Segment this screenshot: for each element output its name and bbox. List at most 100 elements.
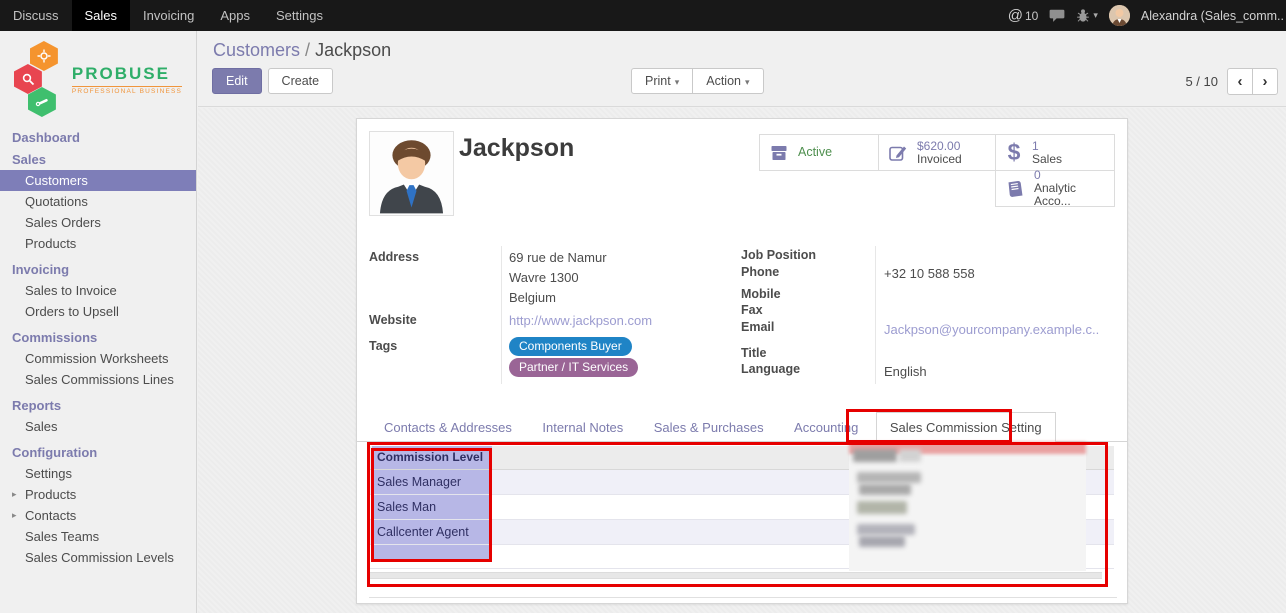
table-footer-strip [369,572,1102,579]
sidebar-item-customers[interactable]: Customers [0,170,196,191]
record-pager: 5 / 10 ‹ › [1185,68,1278,95]
sidebar-item-reports[interactable]: Reports [0,395,196,416]
address-label: Address [369,250,419,264]
address-line-1: 69 rue de Namur [509,250,607,265]
menu-sales[interactable]: Sales [72,0,131,31]
topbar-right: @ 10 ▾ Ale [1008,0,1286,31]
top-menu: Discuss Sales Invoicing Apps Settings [0,0,336,31]
edit-pencil-icon [887,143,909,163]
sidebar-item-invoicing[interactable]: Invoicing [0,259,196,280]
stat-button-sales[interactable]: $ 1 Sales [995,134,1115,171]
sidebar-item-sales[interactable]: Sales [0,149,196,170]
sidebar-item-sales-commissions-lines[interactable]: Sales Commissions Lines [0,369,196,390]
sidebar-item-label: Products [25,487,76,502]
stat-sales-value: 1 [1032,140,1062,153]
commission-level-cell: Callcenter Agent [372,520,492,544]
top-navbar: Discuss Sales Invoicing Apps Settings @ … [0,0,1286,31]
pager-next-button[interactable]: › [1252,68,1278,95]
expand-caret-icon: ▸ [12,484,17,505]
dropdown-caret-icon: ▾ [745,77,750,87]
menu-discuss[interactable]: Discuss [0,0,72,31]
edit-button[interactable]: Edit [212,68,262,94]
sidebar-item-dashboard[interactable]: Dashboard [0,127,196,148]
sidebar-item-config-products[interactable]: ▸ Products [0,484,196,505]
website-link[interactable]: http://www.jackpson.com [509,313,652,328]
email-link[interactable]: Jackpson@yourcompany.example.c.. [884,322,1099,337]
tag-components-buyer: Components Buyer [509,337,632,356]
tab-sales-commission-setting[interactable]: Sales Commission Setting [876,412,1056,444]
sidebar-item-orders-to-upsell[interactable]: Orders to Upsell [0,301,196,322]
mentions-counter[interactable]: @ 10 [1008,7,1039,24]
customer-form-sheet: Jackpson Active $620.00 Invoiced $ [356,118,1128,604]
logo-name: PROBUSE [72,64,182,84]
tab-accounting[interactable]: Accounting [781,413,871,443]
debug-bug-icon[interactable]: ▾ [1076,8,1098,23]
debug-caret-icon: ▾ [1093,10,1098,21]
breadcrumb: Customers / Jackpson [213,40,391,61]
redacted-blob [857,501,907,514]
tab-sales-purchases[interactable]: Sales & Purchases [641,413,777,443]
user-avatar[interactable] [1109,5,1130,26]
sidebar-item-reports-sales[interactable]: Sales [0,416,196,437]
logo-hexagons [14,41,66,117]
sidebar-item-commissions[interactable]: Commissions [0,327,196,348]
address-line-2: Wavre 1300 [509,270,579,285]
mobile-label: Mobile [741,287,781,301]
print-action-buttons: Print▾ Action▾ [631,68,764,94]
tags-label: Tags [369,339,397,353]
print-dropdown[interactable]: Print▾ [631,68,693,94]
menu-apps[interactable]: Apps [207,0,263,31]
website-label: Website [369,313,417,327]
stat-button-active[interactable]: Active [759,134,879,171]
menu-settings[interactable]: Settings [263,0,336,31]
customer-photo [369,131,454,216]
archive-box-icon [768,143,790,163]
dropdown-caret-icon: ▾ [675,77,680,87]
stat-invoiced-value: $620.00 [917,140,962,153]
sidebar-item-commission-worksheets[interactable]: Commission Worksheets [0,348,196,369]
user-name[interactable]: Alexandra (Sales_comm.. [1141,9,1284,23]
sidebar-item-products[interactable]: Products [0,233,196,254]
redacted-blob [859,484,911,495]
create-button[interactable]: Create [268,68,334,94]
breadcrumb-separator: / [305,40,315,60]
language-label: Language [741,362,800,376]
redacted-region [849,442,1086,571]
sidebar-item-sales-to-invoice[interactable]: Sales to Invoice [0,280,196,301]
field-group-divider [875,246,876,384]
sidebar-item-quotations[interactable]: Quotations [0,191,196,212]
breadcrumb-customers[interactable]: Customers [213,40,300,60]
sheet-bottom-divider [369,597,1117,598]
content-area: Customers / Jackpson Edit Create Print▾ … [198,31,1286,613]
gear-hexagon-icon [30,41,58,71]
job-position-label: Job Position [741,248,816,262]
menu-invoicing[interactable]: Invoicing [130,0,207,31]
tab-contacts-addresses[interactable]: Contacts & Addresses [371,413,525,443]
app-window: Discuss Sales Invoicing Apps Settings @ … [0,0,1286,613]
commission-level-cell: Sales Manager [372,470,492,494]
sidebar-item-sales-commission-levels[interactable]: Sales Commission Levels [0,547,196,568]
action-dropdown[interactable]: Action▾ [692,68,763,94]
sidebar-item-sales-teams[interactable]: Sales Teams [0,526,196,547]
messages-icon[interactable] [1049,9,1065,23]
logo-tagline: PROFESSIONAL BUSINESS [72,86,182,95]
control-panel: Customers / Jackpson Edit Create Print▾ … [198,31,1286,107]
sidebar-item-settings[interactable]: Settings [0,463,196,484]
stat-button-analytic-accounts[interactable]: 0 Analytic Acco... [995,170,1115,207]
dollar-icon: $ [1004,139,1024,166]
pager-previous-button[interactable]: ‹ [1227,68,1253,95]
record-buttons: Edit Create [212,68,333,94]
sidebar: PROBUSE PROFESSIONAL BUSINESS Dashboard … [0,31,197,613]
tag-partner-it-services: Partner / IT Services [509,358,638,377]
sidebar-item-config-contacts[interactable]: ▸Contacts [0,505,196,526]
sidebar-item-sales-orders[interactable]: Sales Orders [0,212,196,233]
redacted-blob [859,536,905,547]
notebook-tabs: Contacts & Addresses Internal Notes Sale… [357,412,1127,442]
language-value: English [884,364,927,379]
stat-button-invoiced[interactable]: $620.00 Invoiced [878,134,996,171]
stat-sales-label: Sales [1032,153,1062,166]
tab-internal-notes[interactable]: Internal Notes [529,413,636,443]
fax-label: Fax [741,303,763,317]
sidebar-item-configuration[interactable]: Configuration [0,442,196,463]
phone-value: +32 10 588 558 [884,266,975,281]
